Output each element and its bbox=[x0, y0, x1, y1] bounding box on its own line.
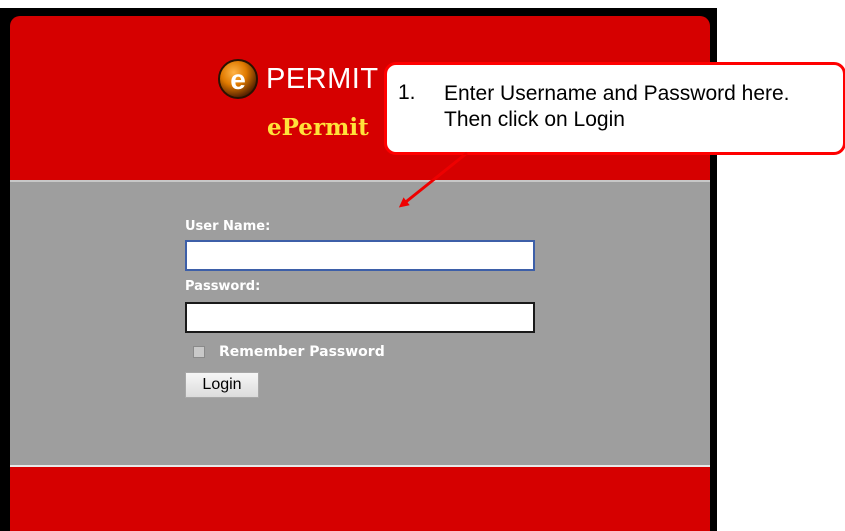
epermit-logo-icon: e bbox=[218, 59, 258, 99]
remember-password[interactable]: Remember Password bbox=[193, 344, 385, 360]
username-input[interactable] bbox=[185, 240, 535, 271]
login-button[interactable]: Login bbox=[185, 372, 259, 398]
password-input[interactable] bbox=[185, 302, 535, 333]
logo-text: PERMIT bbox=[266, 62, 379, 95]
app-title: ePermit bbox=[267, 114, 369, 141]
instruction-callout: 1. Enter Username and Password here. The… bbox=[384, 62, 845, 155]
username-label: User Name: bbox=[185, 219, 271, 234]
logo: e PERMIT bbox=[218, 56, 379, 102]
remember-label: Remember Password bbox=[219, 344, 385, 360]
password-label: Password: bbox=[185, 279, 261, 294]
callout-text: Enter Username and Password here. Then c… bbox=[444, 82, 790, 131]
callout-number: 1. bbox=[398, 81, 416, 104]
remember-checkbox[interactable] bbox=[193, 346, 205, 358]
login-form: User Name: Password: Remember Password L… bbox=[10, 180, 710, 467]
